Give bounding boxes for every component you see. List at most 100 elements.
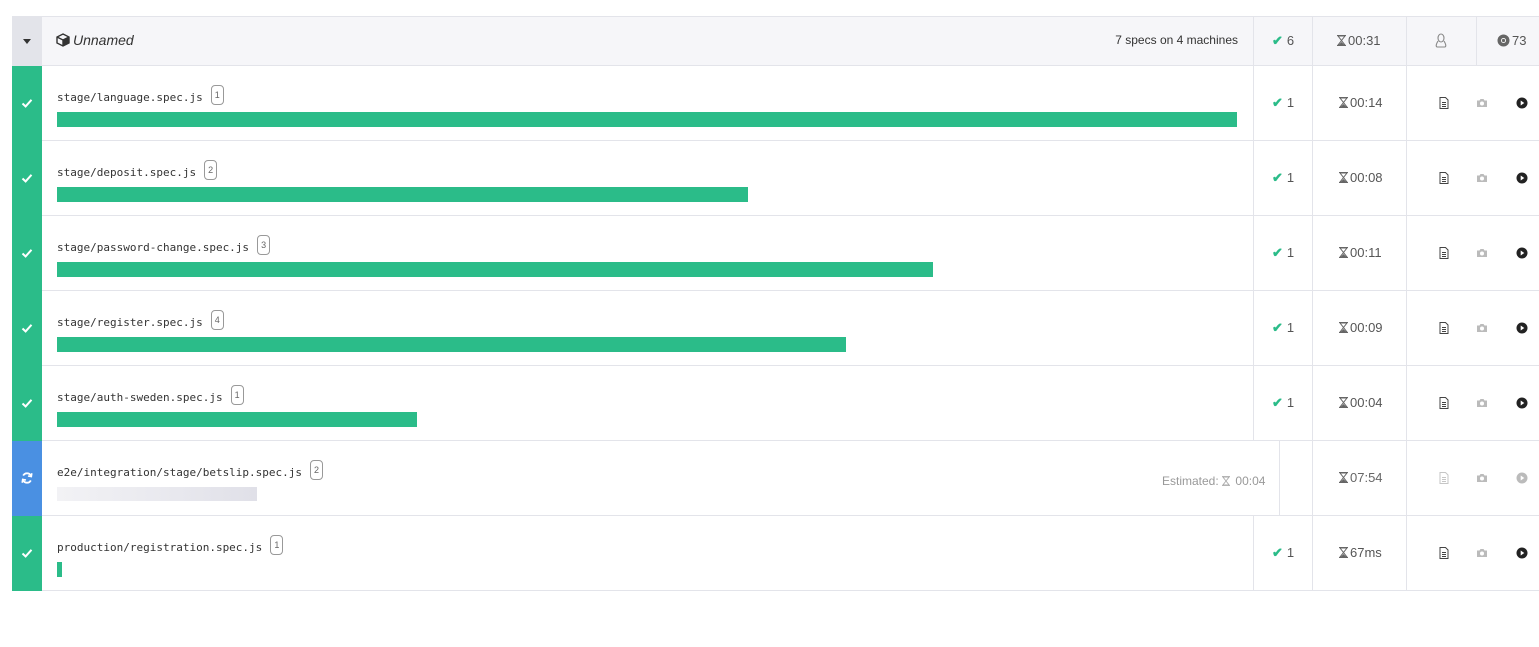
spec-passed-cell: [1279, 441, 1313, 515]
spec-name[interactable]: stage/language.spec.js: [57, 91, 203, 104]
spec-passed-cell: ✔ 1: [1253, 516, 1313, 590]
hourglass-icon: [1339, 97, 1348, 108]
group-header: Unnamed 7 specs on 4 machines ✔6 00:31: [12, 16, 1539, 66]
spec-duration-cell: 00:14: [1312, 66, 1407, 140]
spec-passed-count: 1: [1286, 245, 1295, 260]
log-file-icon[interactable]: [1438, 547, 1450, 559]
spec-actions: [1406, 366, 1539, 440]
browser-version: 73: [1512, 33, 1527, 48]
spec-duration: 07:54: [1350, 470, 1383, 485]
spec-row[interactable]: stage/deposit.spec.js 2 ✔ 1 00:08: [12, 141, 1539, 216]
spec-row[interactable]: stage/auth-sweden.spec.js 1 ✔ 1 00:04: [12, 366, 1539, 441]
spec-actions: [1406, 66, 1539, 140]
spec-name[interactable]: stage/register.spec.js: [57, 316, 203, 329]
camera-icon[interactable]: [1476, 247, 1488, 259]
machine-badge: 1: [230, 385, 244, 405]
spec-passed-cell: ✔ 1: [1253, 366, 1313, 440]
camera-icon[interactable]: [1476, 322, 1488, 334]
play-icon[interactable]: [1516, 397, 1528, 409]
spec-name[interactable]: e2e/integration/stage/betslip.spec.js: [57, 466, 302, 479]
spec-row[interactable]: e2e/integration/stage/betslip.spec.js 2 0…: [12, 441, 1539, 516]
spec-run-table: Unnamed 7 specs on 4 machines ✔6 00:31: [12, 16, 1539, 591]
camera-icon[interactable]: [1476, 172, 1488, 184]
spec-duration: 67ms: [1350, 545, 1382, 560]
spec-duration: 00:11: [1350, 245, 1382, 260]
hourglass-icon: [1339, 397, 1348, 408]
spec-name-line: stage/password-change.spec.js 3: [57, 235, 271, 255]
log-file-icon[interactable]: [1438, 247, 1450, 259]
spec-duration: 00:08: [1350, 170, 1383, 185]
status-indicator: [12, 516, 42, 591]
spec-row[interactable]: stage/language.spec.js 1 ✔ 1 00:14: [12, 66, 1539, 141]
duration-bar-track: [57, 112, 1237, 127]
chrome-icon: [1497, 34, 1510, 47]
duration-bar: [57, 112, 1237, 127]
log-file-icon[interactable]: [1438, 397, 1450, 409]
play-icon[interactable]: [1516, 247, 1528, 259]
play-icon[interactable]: [1516, 97, 1528, 109]
spec-passed-cell: ✔ 1: [1253, 291, 1313, 365]
spec-name[interactable]: production/registration.spec.js: [57, 541, 262, 554]
hourglass-icon: [1339, 547, 1348, 558]
duration-bar-track: [57, 487, 1237, 502]
spec-actions: [1406, 441, 1539, 515]
group-name: Unnamed: [73, 32, 134, 48]
check-icon: ✔: [1272, 170, 1283, 185]
spec-passed-count: 1: [1286, 545, 1295, 560]
check-icon: ✔: [1272, 545, 1283, 560]
spec-row[interactable]: production/registration.spec.js 1 ✔ 1 67ms: [12, 516, 1539, 591]
duration-bar-track: [57, 187, 1237, 202]
spec-duration-cell: 00:04: [1312, 366, 1407, 440]
duration-bar: [57, 487, 257, 501]
duration-bar: [57, 337, 846, 352]
play-icon[interactable]: [1516, 547, 1528, 559]
hourglass-icon: [1339, 247, 1348, 258]
spec-passed-cell: ✔ 1: [1253, 141, 1313, 215]
spec-duration-cell: 00:11: [1312, 216, 1407, 290]
camera-icon[interactable]: [1476, 472, 1488, 484]
spec-passed-count: 1: [1286, 170, 1295, 185]
spec-name[interactable]: stage/auth-sweden.spec.js: [57, 391, 223, 404]
check-icon: [21, 174, 33, 183]
play-icon[interactable]: [1516, 322, 1528, 334]
play-icon[interactable]: [1516, 172, 1528, 184]
camera-icon[interactable]: [1476, 97, 1488, 109]
spec-name-line: stage/language.spec.js 1: [57, 85, 224, 105]
refresh-icon: [21, 472, 33, 484]
log-file-icon[interactable]: [1438, 172, 1450, 184]
check-icon: [21, 549, 33, 558]
check-icon: ✔: [1272, 395, 1283, 410]
hourglass-icon: [1339, 172, 1348, 183]
status-indicator: [12, 66, 42, 141]
log-file-icon[interactable]: [1438, 97, 1450, 109]
spec-name[interactable]: stage/deposit.spec.js: [57, 166, 196, 179]
duration-bar-track: [57, 337, 1237, 352]
camera-icon[interactable]: [1476, 397, 1488, 409]
spec-duration: 00:09: [1350, 320, 1383, 335]
spec-name[interactable]: stage/password-change.spec.js: [57, 241, 249, 254]
machine-badge: 3: [257, 235, 271, 255]
spec-duration: 00:14: [1350, 95, 1383, 110]
duration-bar-track: [57, 412, 1237, 427]
hourglass-icon: [1339, 322, 1348, 333]
spec-row[interactable]: stage/password-change.spec.js 3 ✔ 1 00:11: [12, 216, 1539, 291]
spec-actions: [1406, 216, 1539, 290]
log-file-icon[interactable]: [1438, 322, 1450, 334]
group-duration-cell: 00:31: [1312, 17, 1407, 65]
spec-passed-cell: ✔ 1: [1253, 66, 1313, 140]
collapse-toggle[interactable]: [12, 17, 42, 65]
play-icon: [1516, 472, 1528, 484]
check-icon: ✔: [1272, 245, 1283, 260]
box-icon: [56, 33, 70, 47]
estimated-label: Estimated:: [1162, 474, 1219, 488]
spec-name-line: stage/deposit.spec.js 2: [57, 160, 218, 180]
spec-duration-cell: 00:08: [1312, 141, 1407, 215]
hourglass-icon: [1222, 476, 1231, 486]
spec-row[interactable]: stage/register.spec.js 4 ✔ 1 00:09: [12, 291, 1539, 366]
camera-icon[interactable]: [1476, 547, 1488, 559]
check-icon: [21, 399, 33, 408]
group-passed-count: 6: [1286, 33, 1295, 48]
duration-bar: [57, 412, 417, 427]
group-duration: 00:31: [1348, 33, 1381, 48]
linux-icon: [1435, 33, 1447, 48]
